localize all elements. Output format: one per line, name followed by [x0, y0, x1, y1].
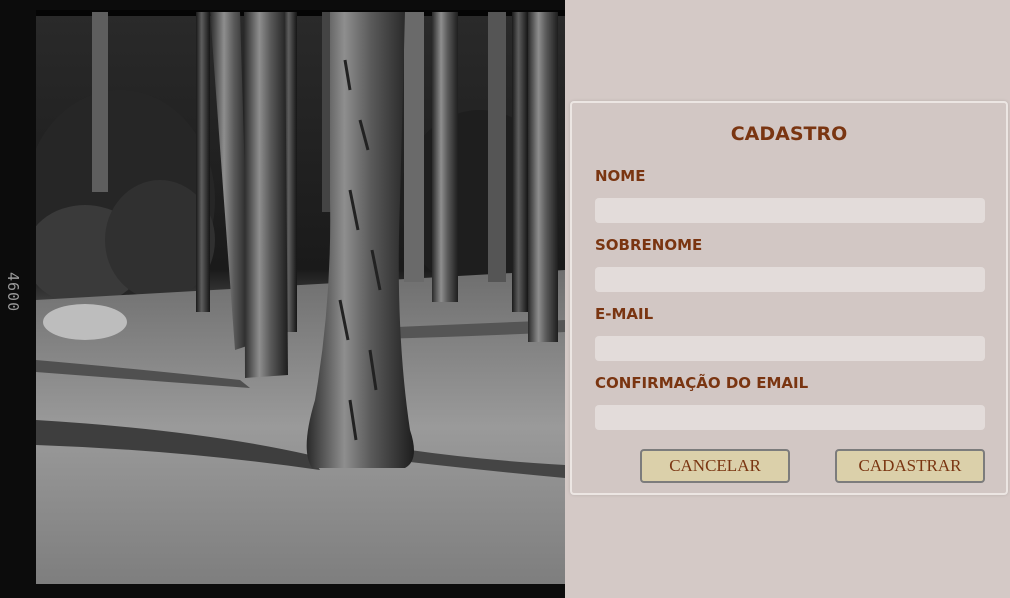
- email-input[interactable]: [595, 336, 985, 361]
- sobrenome-label: SOBRENOME: [595, 236, 703, 254]
- register-button[interactable]: CADASTRAR: [835, 449, 985, 483]
- email-label: E-MAIL: [595, 305, 654, 323]
- cancel-button[interactable]: CANCELAR: [640, 449, 790, 483]
- email-confirmation-label: CONFIRMAÇÃO DO EMAIL: [595, 374, 809, 392]
- email-confirmation-input[interactable]: [595, 405, 985, 430]
- form-title: CADASTRO: [730, 123, 848, 145]
- sobrenome-input[interactable]: [595, 267, 985, 292]
- registration-card: CADASTRO NOME SOBRENOME E-MAIL CONFIRMAÇ…: [570, 101, 1008, 495]
- nome-label: NOME: [595, 167, 646, 185]
- nome-input[interactable]: [595, 198, 985, 223]
- film-frame-number: 4600: [4, 272, 22, 313]
- forest-image: [0, 0, 565, 598]
- forest-photo: 4600: [0, 0, 565, 598]
